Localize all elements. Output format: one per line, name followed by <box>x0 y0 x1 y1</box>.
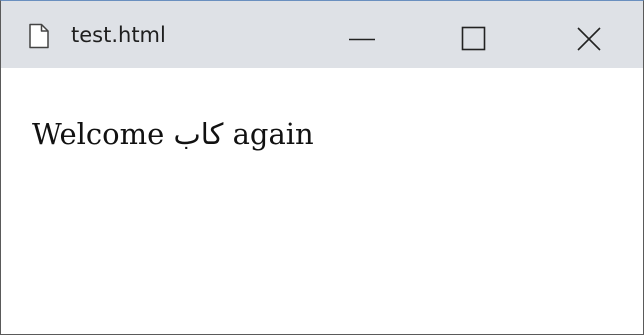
browser-window: test.html Welcome کاب again <box>0 0 644 335</box>
document-icon <box>28 23 50 49</box>
maximize-button[interactable] <box>446 1 506 68</box>
maximize-icon <box>461 26 486 51</box>
welcome-text: Welcome کاب again <box>32 117 314 151</box>
tab-title: test.html <box>71 23 166 47</box>
page-content: Welcome کاب again <box>1 68 643 334</box>
minimize-icon <box>349 38 375 41</box>
close-icon <box>577 27 601 51</box>
close-button[interactable] <box>559 1 619 68</box>
minimize-button[interactable] <box>329 1 389 68</box>
title-bar[interactable]: test.html <box>1 1 643 68</box>
